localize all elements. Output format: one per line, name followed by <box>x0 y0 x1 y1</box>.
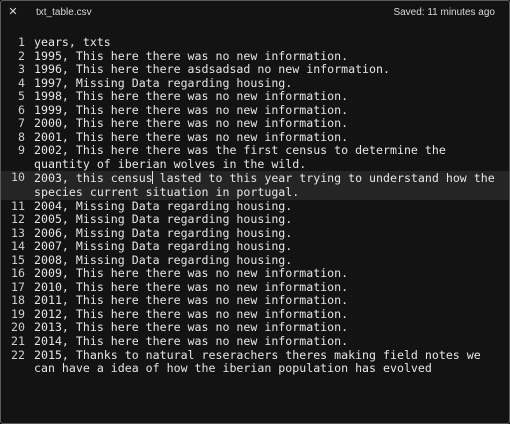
editor-line[interactable]: 19 2012, This here there was no new info… <box>1 306 509 322</box>
line-number: 10 <box>11 170 25 185</box>
editor-line[interactable]: 17 2010, This here there was no new info… <box>1 279 509 295</box>
line-number: 21 <box>11 334 25 349</box>
editor-line[interactable]: 11 2004, Missing Data regarding housing. <box>1 198 509 214</box>
close-icon[interactable]: ✕ <box>7 6 19 18</box>
line-text[interactable]: 1998, This here there was no new informa… <box>34 90 502 104</box>
editor-line[interactable]: 15 2008, Missing Data regarding housing. <box>1 252 509 268</box>
line-text[interactable]: 2003, this census lasted to this year tr… <box>34 171 502 199</box>
line-text[interactable]: 1997, Missing Data regarding housing. <box>34 76 502 91</box>
line-text[interactable]: 1999, This here there was no new informa… <box>34 103 502 118</box>
line-number: 2 <box>18 48 25 63</box>
editor-line[interactable]: 16 2009, This here there was no new info… <box>1 267 509 281</box>
editor-line[interactable]: 3 1996, This here there asdsadsad no new… <box>1 63 509 77</box>
line-number: 16 <box>11 266 25 281</box>
line-text[interactable]: 2000, This here there was no new informa… <box>34 117 502 131</box>
editor-line[interactable]: 13 2006, Missing Data regarding housing. <box>1 225 509 241</box>
line-text[interactable]: 1995, This here there was no new informa… <box>34 49 502 64</box>
line-number: 12 <box>11 212 25 227</box>
editor-line[interactable]: 9 2002, This here there was the first ce… <box>1 144 509 171</box>
line-number: 9 <box>18 143 25 158</box>
line-number: 11 <box>11 198 25 213</box>
file-name: txt_table.csv <box>36 7 92 18</box>
text-editor[interactable]: 1 years, txts 2 1995, This here there wa… <box>1 35 509 423</box>
line-number: 1 <box>18 35 25 49</box>
line-text[interactable]: 2010, This here there was no new informa… <box>34 280 502 295</box>
editor-line[interactable]: 22 2015, Thanks to natural reserachers t… <box>1 347 509 376</box>
text-before-cursor: 2003, this census <box>34 171 153 186</box>
line-text[interactable]: 2004, Missing Data regarding housing. <box>34 199 502 214</box>
line-number: 5 <box>18 89 25 104</box>
editor-line[interactable]: 5 1998, This here there was no new infor… <box>1 90 509 104</box>
line-text[interactable]: 2008, Missing Data regarding housing. <box>34 253 502 268</box>
line-text[interactable]: years, txts <box>34 35 502 50</box>
line-number: 14 <box>11 239 25 254</box>
line-number: 15 <box>11 252 25 267</box>
line-number: 17 <box>11 279 25 294</box>
line-text[interactable]: 2002, This here there was the first cens… <box>34 144 502 171</box>
line-number: 8 <box>18 129 25 144</box>
line-text[interactable]: 2005, Missing Data regarding housing. <box>34 213 502 227</box>
editor-line[interactable]: 1 years, txts <box>1 35 509 50</box>
editor-line[interactable]: 6 1999, This here there was no new infor… <box>1 102 509 118</box>
editor-line[interactable]: 4 1997, Missing Data regarding housing. <box>1 75 509 91</box>
editor-window: ✕ txt_table.csv Saved: 11 minutes ago 1 … <box>0 0 510 424</box>
editor-line[interactable]: 14 2007, Missing Data regarding housing. <box>1 240 509 254</box>
line-text[interactable]: 2012, This here there was no new informa… <box>34 307 502 322</box>
line-number: 19 <box>11 306 25 321</box>
editor-line[interactable]: 12 2005, Missing Data regarding housing. <box>1 213 509 227</box>
title-bar: ✕ txt_table.csv Saved: 11 minutes ago <box>1 1 509 23</box>
line-number: 13 <box>11 225 25 240</box>
save-status: Saved: 11 minutes ago <box>393 7 495 18</box>
line-text[interactable]: 2006, Missing Data regarding housing. <box>34 226 502 241</box>
editor-line[interactable]: 8 2001, This here there was no new infor… <box>1 129 509 145</box>
line-number: 4 <box>18 75 25 90</box>
line-number: 6 <box>18 102 25 117</box>
line-text[interactable]: 1996, This here there asdsadsad no new i… <box>34 63 502 77</box>
line-text[interactable]: 2009, This here there was no new informa… <box>34 267 502 281</box>
line-text[interactable]: 2013, This here there was no new informa… <box>34 321 502 335</box>
line-text[interactable]: 2015, Thanks to natural reserachers ther… <box>34 348 502 376</box>
editor-line[interactable]: 7 2000, This here there was no new infor… <box>1 117 509 131</box>
line-number: 3 <box>18 62 25 77</box>
line-number: 18 <box>11 293 25 308</box>
line-number: 22 <box>11 347 25 362</box>
line-text[interactable]: 2011, This here there was no new informa… <box>34 294 502 308</box>
line-number: 20 <box>11 320 25 335</box>
editor-line[interactable]: 20 2013, This here there was no new info… <box>1 321 509 335</box>
current-editor-line[interactable]: 10 2003, this census lasted to this year… <box>1 170 509 200</box>
line-text[interactable]: 2001, This here there was no new informa… <box>34 130 502 145</box>
editor-line[interactable]: 2 1995, This here there was no new infor… <box>1 48 509 64</box>
line-text[interactable]: 2007, Missing Data regarding housing. <box>34 240 502 254</box>
editor-line[interactable]: 18 2011, This here there was no new info… <box>1 294 509 308</box>
editor-line[interactable]: 21 2014, This here there was no new info… <box>1 334 509 349</box>
line-number: 7 <box>18 116 25 131</box>
line-text[interactable]: 2014, This here there was no new informa… <box>34 334 502 349</box>
